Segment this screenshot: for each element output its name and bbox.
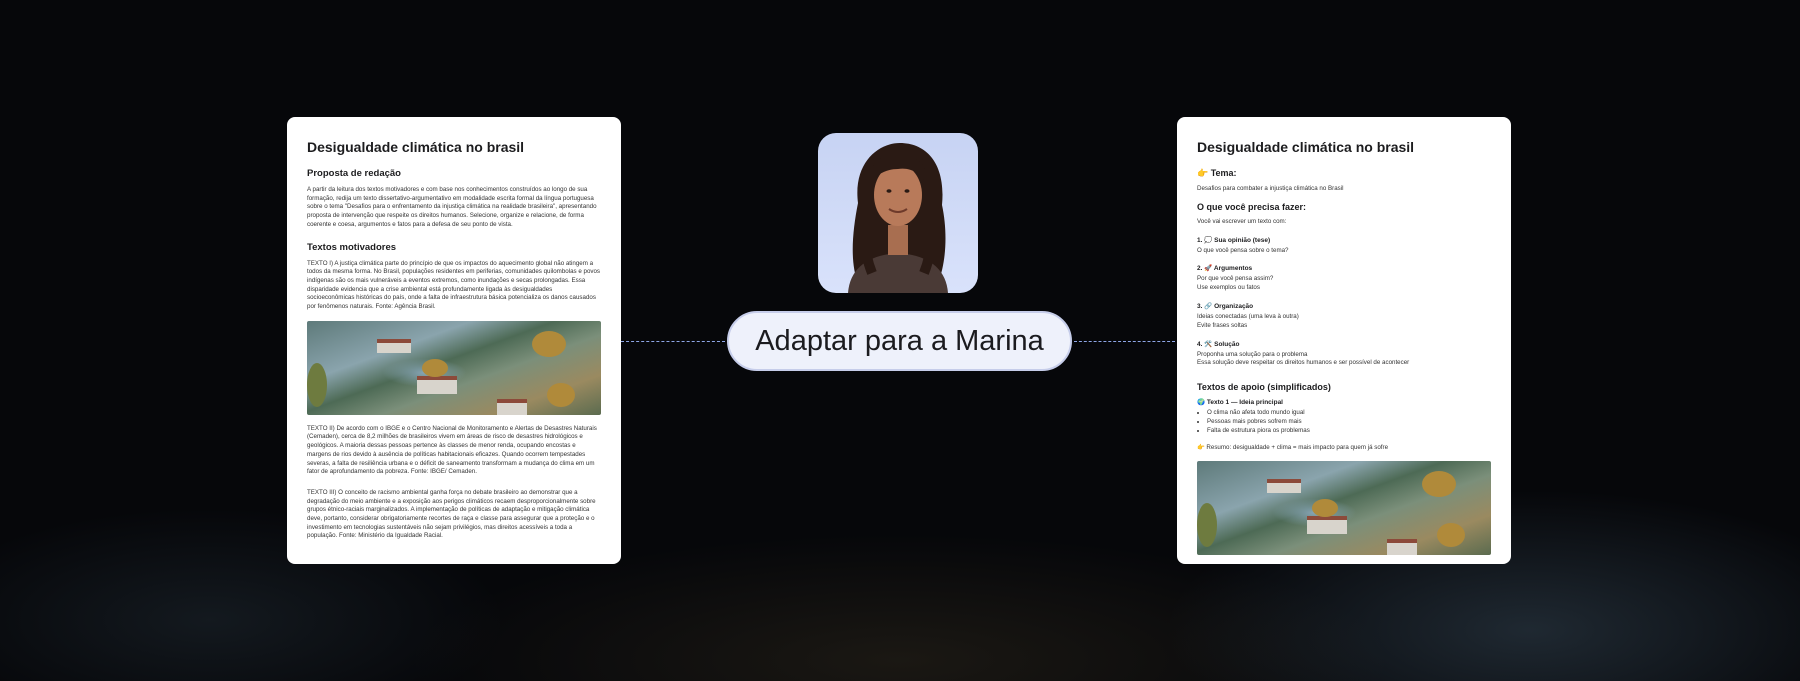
tema-label: 👉 Tema: <box>1197 168 1237 178</box>
step-title: 3. 🔗 Organização <box>1197 302 1254 310</box>
step-line: Ideias conectadas (uma leva à outra) <box>1197 312 1299 320</box>
list-item: Falta de estrutura piora os problemas <box>1207 427 1491 436</box>
list-item: Pessoas mais pobres sofrem mais <box>1207 418 1491 427</box>
texto-3: TEXTO III) O conceito de racismo ambient… <box>307 488 596 540</box>
step-solucao: 4. 🛠️ Solução Proponha uma solução para … <box>1197 340 1491 369</box>
step-argumentos: 2. 🚀 Argumentos Por que você pensa assim… <box>1197 264 1491 293</box>
textos-heading: Textos motivadores <box>307 241 397 253</box>
step-title: 1. 💭 Sua opinião (tese) <box>1197 236 1271 244</box>
connector-line-left <box>621 341 725 342</box>
apoio-texto1-title: 🌍 Texto 1 — Ideia principal <box>1197 399 1283 407</box>
connector-line-right <box>1074 341 1175 342</box>
document-title: Desigualdade climática no brasil <box>307 139 525 155</box>
apoio-heading: Textos de apoio (simplificados) <box>1197 382 1331 393</box>
flood-photo <box>1197 461 1491 556</box>
original-document-card[interactable]: Desigualdade climática no brasil Propost… <box>287 117 621 564</box>
step-title: 4. 🛠️ Solução <box>1197 340 1240 348</box>
adapted-document-card[interactable]: Desigualdade climática no brasil 👉 Tema:… <box>1177 117 1511 564</box>
step-title: 2. 🚀 Argumentos <box>1197 265 1253 273</box>
step-line: Evite frases soltas <box>1197 321 1248 329</box>
list-item: O clima não afeta todo mundo igual <box>1207 409 1491 418</box>
step-organizacao: 3. 🔗 Organização Ideias conectadas (uma … <box>1197 302 1491 331</box>
step-line: O que você pensa sobre o tema? <box>1197 246 1289 254</box>
apoio-texto1-list: O clima não afeta todo mundo igual Pesso… <box>1197 409 1491 435</box>
adapt-button-label: Adaptar para a Marina <box>755 324 1044 357</box>
student-portrait-image <box>848 143 948 293</box>
fazer-intro: Você vai escrever um texto com: <box>1197 217 1287 225</box>
adapt-for-student-button[interactable]: Adaptar para a Marina <box>727 311 1072 371</box>
flood-photo <box>307 320 601 415</box>
proposta-text: A partir da leitura dos textos motivador… <box>307 186 597 228</box>
step-line: Use exemplos ou fatos <box>1197 284 1260 292</box>
step-line: Proponha uma solução para o problema <box>1197 350 1308 358</box>
step-line: Por que você pensa assim? <box>1197 275 1274 283</box>
fazer-heading: O que você precisa fazer: <box>1197 201 1307 212</box>
step-line: Essa solução deve respeitar os direitos … <box>1197 359 1410 367</box>
texto-1: TEXTO I) A justiça climática parte do pr… <box>307 259 601 311</box>
step-tese: 1. 💭 Sua opinião (tese) O que você pensa… <box>1197 236 1491 256</box>
resumo-text: 👉 Resumo: desigualdade + clima = mais im… <box>1197 443 1389 451</box>
proposta-heading: Proposta de redação <box>307 168 401 179</box>
document-title: Desigualdade climática no brasil <box>1197 139 1415 155</box>
tema-text: Desafios para combater a injustiça climá… <box>1197 185 1344 192</box>
student-avatar <box>818 133 978 293</box>
texto-2: TEXTO II) De acordo com o IBGE e o Centr… <box>307 424 597 476</box>
